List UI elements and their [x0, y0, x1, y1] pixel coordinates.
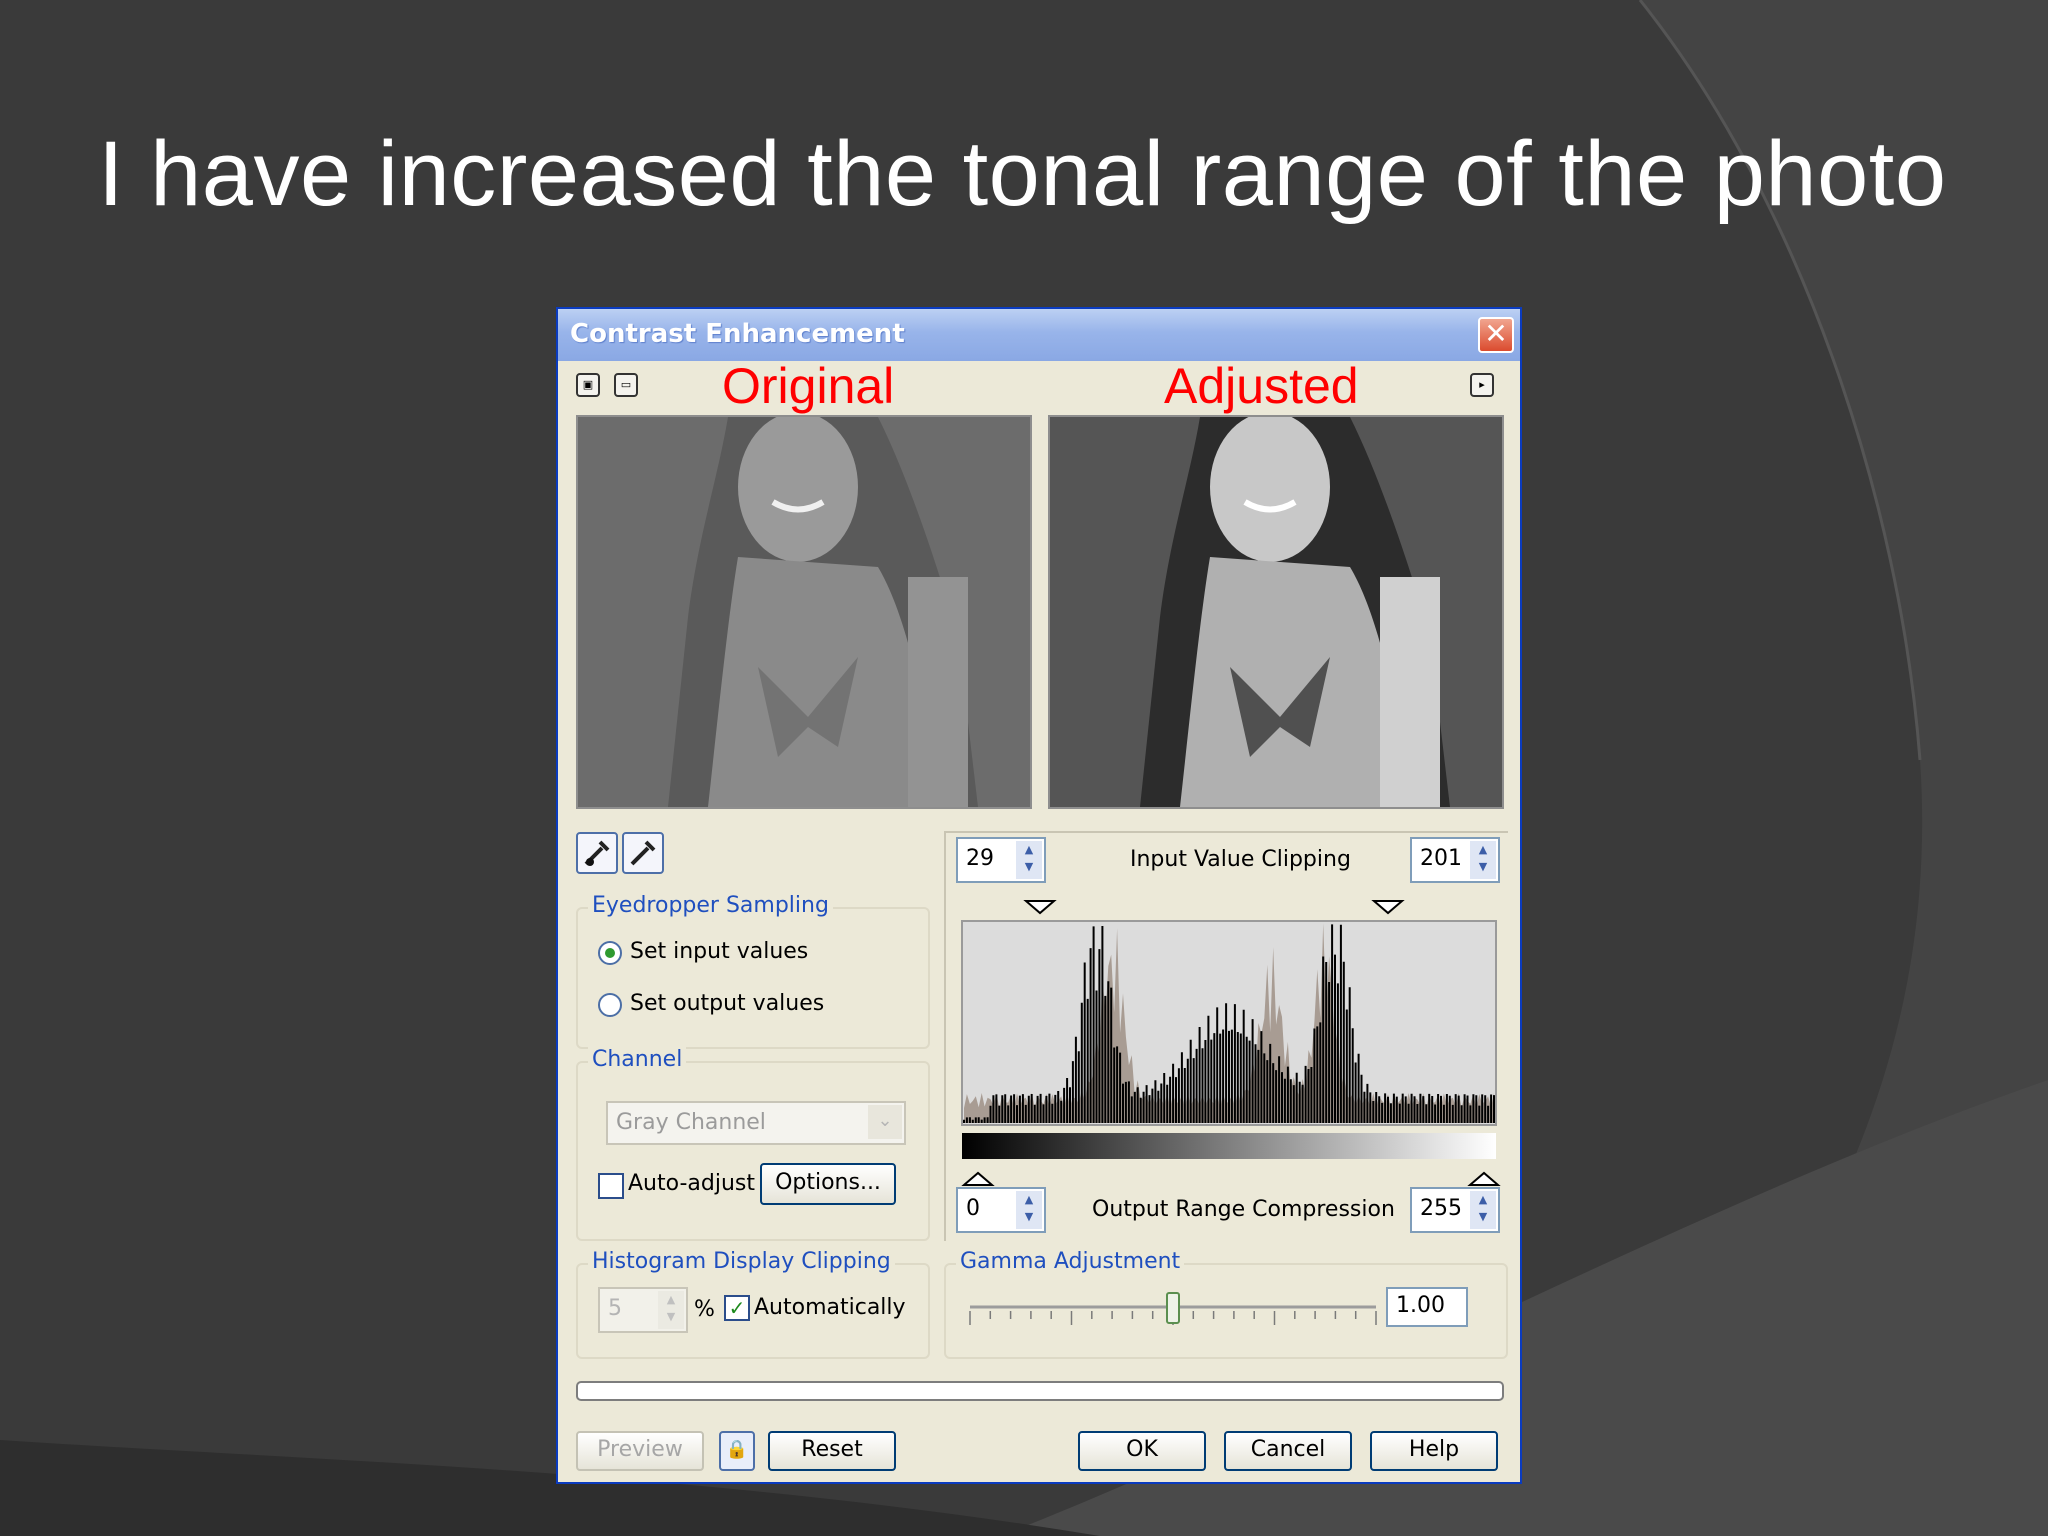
input-high-marker-icon: [1371, 900, 1405, 915]
spinner-arrows-icon[interactable]: ▲ ▼: [1016, 841, 1042, 879]
auto-adjust-checkbox[interactable]: [598, 1173, 624, 1199]
spinner-arrows-icon[interactable]: ▲ ▼: [658, 1291, 684, 1329]
output-range-compression-label: Output Range Compression: [1092, 1197, 1395, 1222]
set-output-values-radio[interactable]: [598, 993, 622, 1017]
clipping-percent-value: 5: [608, 1296, 622, 1321]
clipping-percent-spinner[interactable]: 5 ▲ ▼: [598, 1287, 688, 1333]
reset-button[interactable]: Reset: [768, 1431, 896, 1471]
input-low-marker-icon: [1023, 900, 1057, 915]
input-high-spinner[interactable]: 201 ▲ ▼: [1410, 837, 1500, 883]
spinner-arrows-icon[interactable]: ▲ ▼: [1016, 1191, 1042, 1229]
input-low-value: 29: [966, 846, 994, 871]
eyedropper-sampling-title: Eyedropper Sampling: [588, 893, 833, 918]
adjusted-label: Adjusted: [1164, 358, 1359, 414]
single-view-icon[interactable]: ▭: [614, 373, 638, 397]
progress-bar: [576, 1381, 1504, 1401]
output-low-value: 0: [966, 1196, 980, 1221]
channel-group: Channel Gray Channel ⌄ Auto-adjust Optio…: [576, 1047, 930, 1241]
input-value-clipping-label: Input Value Clipping: [1130, 847, 1351, 872]
auto-adjust-label: Auto-adjust: [628, 1171, 756, 1196]
channel-title: Channel: [588, 1047, 687, 1072]
output-high-marker-icon: [1467, 1171, 1501, 1186]
chevron-down-icon: ⌄: [868, 1105, 902, 1139]
dialog-titlebar[interactable]: Contrast Enhancement ✕: [558, 309, 1520, 361]
channel-value: Gray Channel: [616, 1110, 766, 1135]
contrast-enhancement-dialog: Contrast Enhancement ✕ ▣ ▭ ▸ Original Ad…: [556, 307, 1522, 1484]
set-input-values-radio[interactable]: [598, 941, 622, 965]
original-photo: [576, 415, 1032, 809]
gamma-slider[interactable]: [966, 1287, 1386, 1333]
options-button[interactable]: Options...: [760, 1163, 896, 1205]
input-low-spinner[interactable]: 29 ▲ ▼: [956, 837, 1046, 883]
automatically-label: Automatically: [754, 1295, 906, 1320]
original-label: Original: [722, 358, 895, 414]
histogram-display-clipping-group: Histogram Display Clipping 5 ▲ ▼ % ✓ Auto…: [576, 1249, 930, 1359]
channel-select[interactable]: Gray Channel ⌄: [606, 1101, 906, 1145]
gamma-value-field[interactable]: 1.00: [1386, 1287, 1468, 1327]
output-low-spinner[interactable]: 0 ▲ ▼: [956, 1187, 1046, 1233]
preview-button[interactable]: Preview: [576, 1431, 704, 1471]
dialog-title: Contrast Enhancement: [570, 319, 905, 349]
input-high-value: 201: [1420, 846, 1462, 871]
histogram-display-clipping-title: Histogram Display Clipping: [588, 1249, 895, 1274]
eyedropper-set-icon[interactable]: [622, 832, 664, 874]
set-output-values-label: Set output values: [630, 991, 825, 1016]
eyedropper-icon[interactable]: [576, 832, 618, 874]
eyedropper-sampling-group: Eyedropper Sampling Set input values Set…: [576, 893, 930, 1049]
cancel-button[interactable]: Cancel: [1224, 1431, 1352, 1471]
gamma-value: 1.00: [1396, 1293, 1445, 1318]
gamma-slider-thumb: [1166, 1292, 1180, 1324]
output-high-spinner[interactable]: 255 ▲ ▼: [1410, 1187, 1500, 1233]
help-button[interactable]: Help: [1370, 1431, 1498, 1471]
lock-icon[interactable]: 🔒: [719, 1431, 755, 1471]
percent-unit: %: [694, 1297, 715, 1322]
spinner-arrows-icon[interactable]: ▲ ▼: [1470, 841, 1496, 879]
automatically-checkbox[interactable]: ✓: [724, 1295, 750, 1321]
play-preview-icon[interactable]: ▸: [1470, 373, 1494, 397]
spinner-arrows-icon[interactable]: ▲ ▼: [1470, 1191, 1496, 1229]
gamma-adjustment-group: Gamma Adjustment 1.00: [944, 1249, 1508, 1359]
output-high-value: 255: [1420, 1196, 1462, 1221]
set-input-values-label: Set input values: [630, 939, 809, 964]
ok-button[interactable]: OK: [1078, 1431, 1206, 1471]
close-button[interactable]: ✕: [1478, 317, 1514, 353]
adjusted-photo: [1048, 415, 1504, 809]
gamma-adjustment-title: Gamma Adjustment: [956, 1249, 1185, 1274]
histogram-graph: [961, 900, 1501, 1186]
output-low-marker-icon: [961, 1171, 995, 1186]
split-view-icon[interactable]: ▣: [576, 373, 600, 397]
slide-title: I have increased the tonal range of the …: [98, 123, 1947, 225]
